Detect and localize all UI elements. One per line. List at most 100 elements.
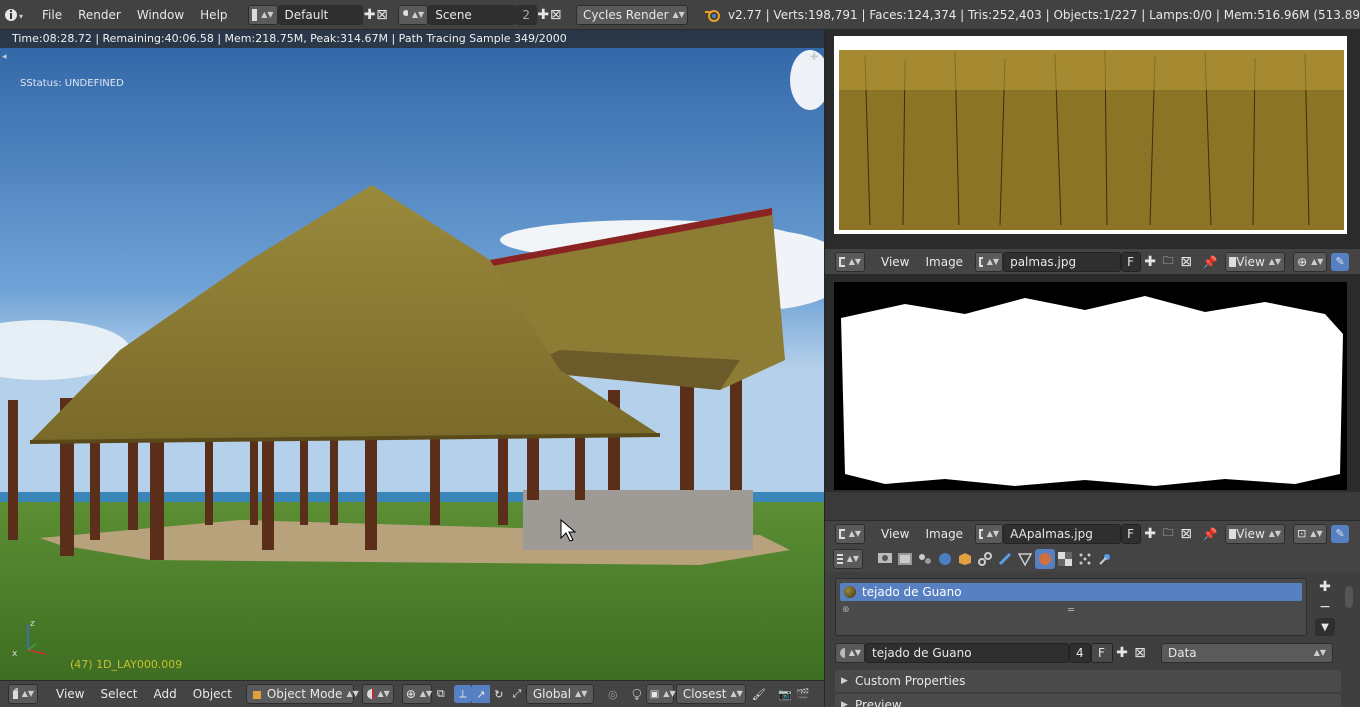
add-scene-button[interactable]: ✚ [537, 6, 549, 24]
image-browse-button[interactable]: ▲▼ [975, 523, 1004, 544]
pivot-selector[interactable]: ⊡ ▲▼ [1293, 523, 1328, 544]
unlink-image-button[interactable]: ⊠ [1177, 253, 1195, 271]
region-toggle-right-icon[interactable]: ✚ [810, 52, 818, 63]
menu-window[interactable]: Window [129, 4, 192, 26]
material-browse-button[interactable]: ▲▼ [835, 643, 865, 663]
paint-mode-icon[interactable]: ✎ [1331, 252, 1350, 271]
material-slot-item[interactable]: tejado de Guano [840, 583, 1302, 601]
menu-render[interactable]: Render [70, 4, 129, 26]
menu-select[interactable]: Select [92, 683, 145, 705]
open-image-icon[interactable]: 🗀 [1159, 525, 1177, 543]
paint-mode-icon[interactable]: ✎ [1331, 524, 1350, 543]
pivot-point-selector[interactable]: ⊕ ▲▼ [401, 684, 432, 704]
fake-user-toggle[interactable]: F [1121, 523, 1142, 544]
material-slot-specials-button[interactable]: ▼ [1315, 618, 1335, 636]
menu-image[interactable]: Image [917, 523, 971, 545]
scene-context-icon[interactable] [915, 549, 935, 569]
open-image-icon[interactable]: 🗀 [1159, 253, 1177, 271]
data-context-icon[interactable] [1015, 549, 1035, 569]
menu-view[interactable]: View [48, 683, 92, 705]
pin-icon[interactable]: 📌 [1201, 253, 1219, 271]
scene-name-field[interactable]: Scene [428, 4, 516, 25]
editor-type-button[interactable]: ▲▼ [833, 549, 863, 569]
render-engine-selector[interactable]: Cycles Render ▲▼ [575, 4, 688, 25]
custom-properties-panel[interactable]: Custom Properties [835, 670, 1341, 692]
pin-icon[interactable]: 📌 [1201, 525, 1219, 543]
material-fake-user-toggle[interactable]: F [1091, 643, 1113, 663]
world-context-icon[interactable] [935, 549, 955, 569]
snap-toggle-icon[interactable]: ⧬ [628, 685, 646, 703]
image-browse-button[interactable]: ▲▼ [975, 251, 1004, 272]
display-channel-selector[interactable]: View ▲▼ [1225, 251, 1286, 272]
region-toggle-left-icon[interactable]: ◂ [2, 52, 7, 62]
menu-help[interactable]: Help [192, 4, 235, 26]
add-material-slot-button[interactable]: ✚ [1315, 578, 1335, 596]
object-context-icon[interactable] [955, 549, 975, 569]
editor-type-button[interactable]: ▲▼ [8, 684, 38, 704]
rotate-manipulator-icon[interactable]: ↻ [490, 685, 508, 703]
menu-file[interactable]: File [34, 4, 70, 26]
manipulator-toggle-icon[interactable]: ⟂ [453, 685, 472, 703]
transform-orientation-selector[interactable]: Global ▲▼ [525, 684, 594, 704]
texture-context-icon[interactable] [1055, 549, 1075, 569]
unlink-image-button[interactable]: ⊠ [1177, 525, 1195, 543]
menu-add[interactable]: Add [146, 683, 185, 705]
scene-selector[interactable]: ▲▼ [398, 4, 429, 25]
opengl-render-icon[interactable]: 📷 [776, 685, 794, 703]
modifiers-context-icon[interactable] [995, 549, 1015, 569]
proportional-edit-icon[interactable]: ◎ [604, 685, 622, 703]
only-origins-icon[interactable]: ⧉ [432, 685, 450, 703]
list-resize-handle-icon[interactable]: ═ [1068, 605, 1074, 616]
snap-element-selector[interactable]: ▣ ▲▼ [645, 684, 676, 704]
menu-image[interactable]: Image [917, 251, 971, 273]
material-slot-label: tejado de Guano [862, 585, 962, 599]
snap-target-selector[interactable]: Closest ▲▼ [675, 684, 746, 704]
preview-panel[interactable]: Preview [835, 694, 1341, 707]
info-editor-type-button[interactable]: ▾ [4, 5, 26, 25]
material-context-icon[interactable] [1035, 549, 1055, 569]
add-screen-button[interactable]: ✚ [363, 6, 376, 24]
remove-screen-button[interactable]: ⊠ [376, 6, 388, 24]
opengl-render-animation-icon[interactable]: 🎬 [794, 685, 812, 703]
screen-layout-name-field[interactable]: Default [277, 4, 364, 25]
new-image-button[interactable]: ✚ [1141, 253, 1159, 271]
scale-manipulator-icon[interactable]: ⤢ [508, 685, 526, 703]
brush-icon[interactable]: 🖌 [750, 685, 768, 703]
material-slot-list[interactable]: tejado de Guano ⊕ ═ [835, 578, 1307, 636]
image-name-field[interactable]: palmas.jpg [1003, 251, 1122, 272]
render-layers-context-icon[interactable] [895, 549, 915, 569]
3d-viewport[interactable]: Time:08:28.72 | Remaining:40:06.58 | Mem… [0, 30, 824, 680]
constraints-context-icon[interactable] [975, 549, 995, 569]
material-name-field[interactable]: tejado de Guano [865, 643, 1069, 663]
screen-layout-selector[interactable]: ▲▼ [247, 4, 278, 25]
viewport-shading-selector[interactable]: ▲▼ [361, 684, 394, 704]
fake-user-toggle[interactable]: F [1121, 251, 1142, 272]
updown-arrows-icon: ▲▼ [377, 689, 390, 698]
editor-type-button[interactable]: ▲▼ [835, 251, 865, 272]
editor-type-button[interactable]: ▲▼ [835, 523, 865, 544]
list-filter-icon[interactable]: ⊕ [842, 605, 850, 615]
remove-scene-button[interactable]: ⊠ [550, 6, 562, 24]
image-editor-top[interactable] [825, 30, 1360, 248]
snap-target-label: Closest [682, 687, 727, 701]
image-palmas [834, 36, 1347, 234]
pivot-selector[interactable]: ⊕ ▲▼ [1293, 251, 1328, 272]
physics-context-icon[interactable] [1095, 549, 1115, 569]
new-image-button[interactable]: ✚ [1141, 525, 1159, 543]
image-editor-bottom[interactable] [825, 274, 1360, 520]
remove-material-slot-button[interactable]: − [1315, 598, 1335, 616]
menu-view[interactable]: View [873, 523, 917, 545]
unlink-material-button[interactable]: ⊠ [1131, 644, 1149, 662]
render-context-icon[interactable] [875, 549, 895, 569]
particles-context-icon[interactable] [1075, 549, 1095, 569]
sstatus-text: SStatus: UNDEFINED [20, 78, 124, 89]
properties-scrollbar[interactable] [1345, 586, 1353, 608]
material-link-selector[interactable]: Data ▲▼ [1161, 643, 1333, 663]
new-material-button[interactable]: ✚ [1113, 644, 1131, 662]
mode-selector[interactable]: Object Mode ▲▼ [245, 684, 359, 704]
menu-object[interactable]: Object [185, 683, 240, 705]
translate-manipulator-icon[interactable]: ↗ [471, 685, 490, 703]
display-channel-selector[interactable]: View ▲▼ [1225, 523, 1286, 544]
image-name-field[interactable]: AApalmas.jpg [1003, 523, 1122, 544]
menu-view[interactable]: View [873, 251, 917, 273]
